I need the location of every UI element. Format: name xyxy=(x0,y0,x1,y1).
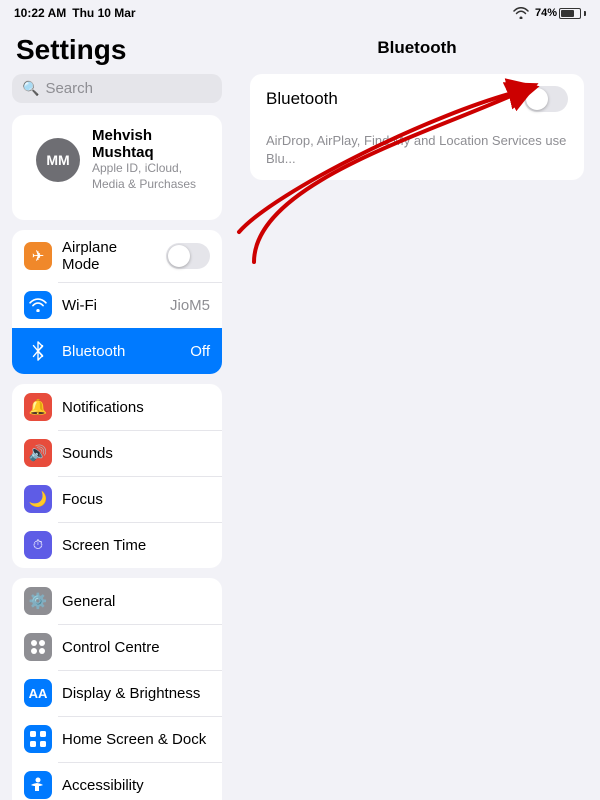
airplane-toggle[interactable] xyxy=(166,243,210,269)
homescreen-label: Home Screen & Dock xyxy=(62,731,210,748)
sidebar-item-accessibility[interactable]: Accessibility xyxy=(12,762,222,800)
bluetooth-caption: AirDrop, AirPlay, Find My and Location S… xyxy=(250,124,584,180)
bluetooth-row: Bluetooth xyxy=(250,74,584,124)
screentime-icon: ⏱ xyxy=(24,531,52,559)
sounds-icon: 🔊 xyxy=(24,439,52,467)
user-profile-group[interactable]: MM Mehvish Mushtaq Apple ID, iCloud, Med… xyxy=(12,115,222,220)
notifications-group: 🔔 Notifications 🔊 Sounds 🌙 Focus ⏱ xyxy=(12,384,222,568)
sidebar-item-bluetooth[interactable]: Bluetooth Off xyxy=(12,328,222,374)
sounds-label: Sounds xyxy=(62,445,210,462)
notifications-icon: 🔔 xyxy=(24,393,52,421)
user-profile[interactable]: MM Mehvish Mushtaq Apple ID, iCloud, Med… xyxy=(24,115,210,204)
airplane-label: Airplane Mode xyxy=(62,239,156,273)
status-right: 74% xyxy=(513,7,586,19)
user-name: Mehvish Mushtaq xyxy=(92,127,198,161)
sidebar-item-display[interactable]: AA Display & Brightness xyxy=(12,670,222,716)
general-label: General xyxy=(62,593,210,610)
notifications-label: Notifications xyxy=(62,399,210,416)
bluetooth-section: Bluetooth AirDrop, AirPlay, Find My and … xyxy=(250,74,584,180)
controlcentre-icon xyxy=(24,633,52,661)
bluetooth-toggle[interactable] xyxy=(524,86,568,112)
sidebar-item-sounds[interactable]: 🔊 Sounds xyxy=(12,430,222,476)
date: Thu 10 Mar xyxy=(72,6,135,20)
bluetooth-label: Bluetooth xyxy=(62,343,180,360)
bluetooth-detail-label: Bluetooth xyxy=(266,89,338,109)
accessibility-icon xyxy=(24,771,52,799)
search-icon: 🔍 xyxy=(22,80,39,97)
general-icon: ⚙️ xyxy=(24,587,52,615)
detail-title: Bluetooth xyxy=(234,24,600,66)
user-info: Mehvish Mushtaq Apple ID, iCloud, Media … xyxy=(92,127,198,192)
status-left: 10:22 AM Thu 10 Mar xyxy=(14,6,136,20)
detail-area: Bluetooth Bluetooth AirDrop, AirPlay, Fi… xyxy=(234,24,600,800)
wifi-icon xyxy=(513,7,529,19)
sidebar-item-wifi[interactable]: Wi-Fi JioM5 xyxy=(12,282,222,328)
focus-icon: 🌙 xyxy=(24,485,52,513)
display-label: Display & Brightness xyxy=(62,685,210,702)
wifi-label: Wi-Fi xyxy=(62,297,160,314)
system-group: ⚙️ General Control Centre AA xyxy=(12,578,222,800)
sidebar-item-screentime[interactable]: ⏱ Screen Time xyxy=(12,522,222,568)
battery-percent: 74% xyxy=(535,7,557,19)
wifi-value: JioM5 xyxy=(170,297,210,314)
search-input[interactable] xyxy=(45,80,212,97)
sidebar-item-focus[interactable]: 🌙 Focus xyxy=(12,476,222,522)
accessibility-label: Accessibility xyxy=(62,777,210,794)
bluetooth-settings-icon xyxy=(24,337,52,365)
avatar: MM xyxy=(36,138,80,182)
sidebar-item-notifications[interactable]: 🔔 Notifications xyxy=(12,384,222,430)
battery-indicator: 74% xyxy=(535,7,586,19)
wifi-settings-icon xyxy=(24,291,52,319)
sidebar-item-airplane[interactable]: ✈ Airplane Mode xyxy=(12,230,222,282)
airplane-icon: ✈ xyxy=(24,242,52,270)
detail-panel: Bluetooth Bluetooth AirDrop, AirPlay, Fi… xyxy=(234,24,600,188)
homescreen-icon xyxy=(24,725,52,753)
sidebar-title: Settings xyxy=(0,24,234,74)
sidebar-item-homescreen[interactable]: Home Screen & Dock xyxy=(12,716,222,762)
search-bar[interactable]: 🔍 xyxy=(12,74,222,103)
screentime-label: Screen Time xyxy=(62,537,210,554)
time: 10:22 AM xyxy=(14,6,66,20)
sidebar-item-general[interactable]: ⚙️ General xyxy=(12,578,222,624)
sidebar-item-controlcentre[interactable]: Control Centre xyxy=(12,624,222,670)
sidebar: Settings 🔍 MM Mehvish Mushtaq Apple ID, … xyxy=(0,24,234,800)
controlcentre-label: Control Centre xyxy=(62,639,210,656)
connectivity-group: ✈ Airplane Mode Wi-Fi JioM5 xyxy=(12,230,222,374)
bluetooth-value: Off xyxy=(190,343,210,360)
user-subtitle: Apple ID, iCloud, Media & Purchases xyxy=(92,161,198,192)
display-icon: AA xyxy=(24,679,52,707)
status-bar: 10:22 AM Thu 10 Mar 74% xyxy=(0,0,600,24)
focus-label: Focus xyxy=(62,491,210,508)
